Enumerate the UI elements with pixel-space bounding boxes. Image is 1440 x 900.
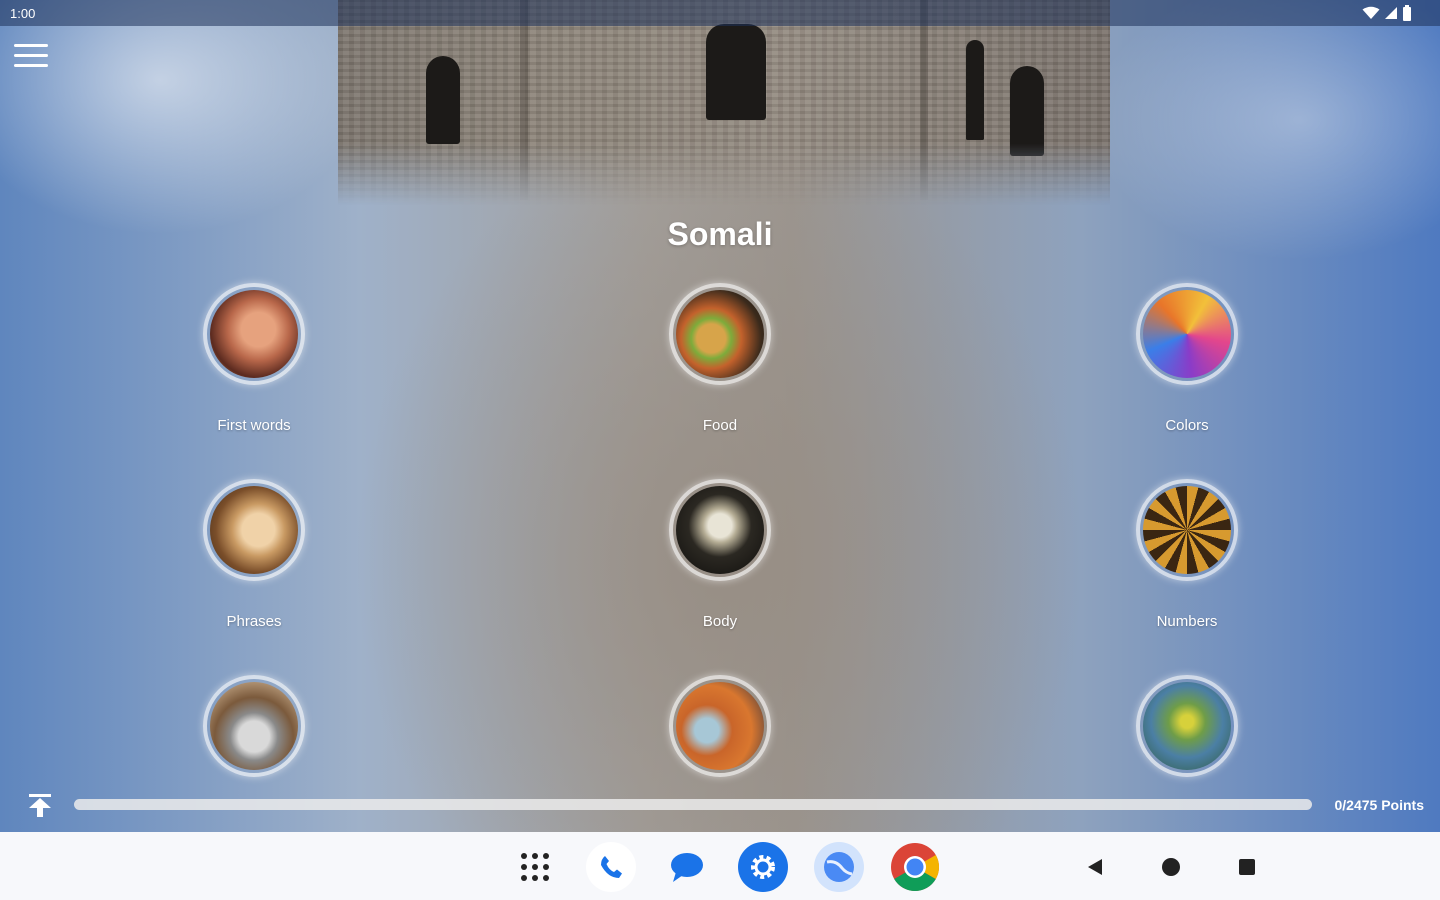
alarm-clock-image <box>210 682 298 770</box>
points-progress-bar <box>74 799 1312 810</box>
category-label: Phrases <box>226 613 282 630</box>
category-label: Colors <box>1165 417 1209 434</box>
tower-window <box>426 56 460 144</box>
shopping-cart-image <box>676 682 764 770</box>
settings-app-button[interactable] <box>738 842 788 892</box>
scroll-to-top-button[interactable] <box>26 792 54 818</box>
settings-icon <box>751 855 775 879</box>
header-background-image <box>338 0 1110 205</box>
chrome-icon <box>891 843 940 891</box>
woman-photo-image <box>210 486 298 574</box>
category-time[interactable] <box>124 675 384 777</box>
category-thumbnail-ring <box>1136 479 1238 581</box>
arrow-stem <box>37 807 43 817</box>
category-thumbnail-ring <box>203 283 305 385</box>
menu-button[interactable] <box>14 44 48 70</box>
category-thumbnail-ring <box>1136 283 1238 385</box>
app-grid-button[interactable] <box>510 842 560 892</box>
burger-photo-image <box>676 290 764 378</box>
menu-icon-line <box>14 64 48 67</box>
category-label: First words <box>217 417 291 434</box>
back-icon <box>1088 859 1102 875</box>
category-thumbnail-ring <box>203 675 305 777</box>
category-label: Numbers <box>1156 613 1218 630</box>
category-first-words[interactable]: First words <box>124 283 384 434</box>
system-navigation-bar <box>0 832 1440 900</box>
menu-icon-line <box>14 44 48 47</box>
child-photo-image <box>210 290 298 378</box>
phone-icon <box>601 856 622 878</box>
category-thumbnail-ring <box>203 479 305 581</box>
messages-icon <box>671 853 703 882</box>
recents-button[interactable] <box>1232 852 1262 882</box>
category-thumbnail-ring <box>669 675 771 777</box>
maps-icon <box>824 852 854 882</box>
app-screen: 1:00 Somali First words Food Colors Phra… <box>0 0 1440 832</box>
battery-icon <box>1403 5 1411 21</box>
upload-icon-bar <box>29 794 51 797</box>
app-grid-icon <box>521 853 549 881</box>
progress-row: 0/2475 Points <box>0 790 1440 820</box>
phone-app-button[interactable] <box>586 842 636 892</box>
category-nature[interactable] <box>1057 675 1317 777</box>
category-numbers[interactable]: Numbers <box>1057 479 1317 630</box>
messages-app-button[interactable] <box>662 842 712 892</box>
status-time: 1:00 <box>10 6 36 21</box>
status-icons <box>1362 5 1412 21</box>
back-button[interactable] <box>1080 852 1110 882</box>
page-title: Somali <box>667 216 773 252</box>
system-nav-keys <box>1080 852 1262 882</box>
app-dock <box>510 842 940 892</box>
wifi-icon <box>1362 6 1380 19</box>
color-powder-image <box>1143 290 1231 378</box>
category-thumbnail-ring <box>669 479 771 581</box>
category-thumbnail-ring <box>669 283 771 385</box>
menu-icon-line <box>14 54 48 57</box>
tower-seam <box>920 0 928 200</box>
category-label: Food <box>702 417 738 434</box>
maps-app-button[interactable] <box>814 842 864 892</box>
tower-window <box>706 24 766 120</box>
category-phrases[interactable]: Phrases <box>124 479 384 630</box>
cell-signal-icon <box>1385 7 1397 19</box>
home-icon <box>1162 858 1180 876</box>
home-button[interactable] <box>1156 852 1186 882</box>
category-colors[interactable]: Colors <box>1057 283 1317 434</box>
tower-window <box>966 40 984 140</box>
category-thumbnail-ring <box>1136 675 1238 777</box>
tower-window <box>1010 66 1044 156</box>
tower-seam <box>520 0 528 200</box>
nature-photo-image <box>1143 682 1231 770</box>
chrome-app-button[interactable] <box>890 842 940 892</box>
category-shopping[interactable] <box>590 675 850 777</box>
status-bar: 1:00 <box>0 0 1440 26</box>
points-counter: 0/2475 Points <box>1334 797 1425 813</box>
recents-icon <box>1239 859 1255 875</box>
category-food[interactable]: Food <box>590 283 850 434</box>
category-body[interactable]: Body <box>590 479 850 630</box>
numbers-photo-image <box>1143 486 1231 574</box>
skeleton-photo-image <box>676 486 764 574</box>
category-label: Body <box>702 613 738 630</box>
